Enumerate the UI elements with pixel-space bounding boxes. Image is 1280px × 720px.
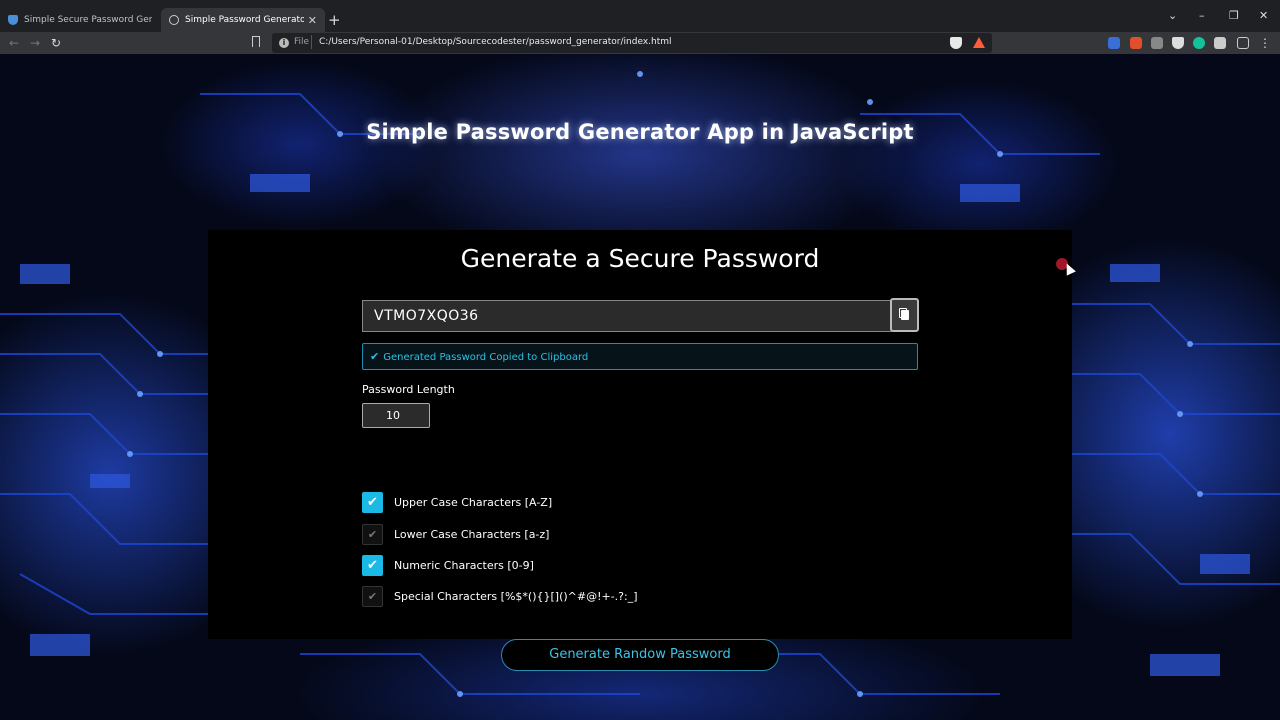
bookmark-icon[interactable] [252,36,260,47]
tab-title: Simple Secure Password Generator us [24,15,152,25]
brave-favicon-icon [8,15,18,25]
option-uppercase[interactable]: ✔ Upper Case Characters [A-Z] [362,492,552,513]
tab-inactive[interactable]: Simple Secure Password Generator us [0,8,160,32]
close-tab-icon[interactable]: ✕ [308,14,317,27]
reload-button[interactable]: ↻ [51,35,61,51]
lowercase-checkbox[interactable]: ✔ [362,524,383,545]
brave-shields-icon[interactable] [950,37,962,49]
copied-alert: ✔ Generated Password Copied to Clipboard [362,343,918,370]
globe-favicon-icon [169,15,179,25]
minimize-button[interactable]: – [1199,8,1205,24]
option-lowercase[interactable]: ✔ Lower Case Characters [a-z] [362,524,549,545]
generator-card: Generate a Secure Password VTMO7XQO36 ✔ G… [208,230,1072,671]
numeric-checkbox[interactable]: ✔ [362,555,383,576]
option-label: Lower Case Characters [a-z] [394,528,550,541]
translate-icon[interactable] [1108,37,1120,49]
password-output-field[interactable]: VTMO7XQO36 [362,300,892,332]
page-heading: Simple Password Generator App in JavaScr… [366,120,914,144]
copy-button[interactable] [890,298,919,332]
alert-text: Generated Password Copied to Clipboard [383,352,589,363]
page-background: Simple Password Generator App in JavaScr… [0,54,1280,720]
option-label: Numeric Characters [0-9] [394,559,534,572]
option-label: Special Characters [%$*(){}[]()^#@!+-.?:… [394,590,638,603]
scheme-label: File [294,37,310,47]
info-icon[interactable]: i [279,38,289,48]
tab-active[interactable]: Simple Password Generator App ✕ [161,8,325,32]
shield-extension-icon[interactable] [1172,37,1184,49]
forward-button[interactable]: → [30,35,40,51]
special-checkbox[interactable]: ✔ [362,586,383,607]
clipboard-icon-front [901,310,909,320]
browser-titlebar: Simple Secure Password Generator us Simp… [0,0,1280,32]
grammarly-icon[interactable] [1193,37,1205,49]
option-special[interactable]: ✔ Special Characters [%$*(){}[]()^#@!+-.… [362,586,638,607]
menu-icon[interactable]: ⋮ [1259,35,1271,51]
tab-title: Simple Password Generator App [185,15,304,25]
close-window-button[interactable]: ✕ [1259,8,1268,24]
card-title: Generate a Secure Password [460,244,820,273]
new-tab-button[interactable]: + [328,10,341,30]
option-numeric[interactable]: ✔ Numeric Characters [0-9] [362,555,534,576]
puzzle-extensions-icon[interactable] [1214,37,1226,49]
check-icon: ✔ [370,350,380,363]
wallet-icon[interactable] [1237,37,1249,49]
restore-button[interactable]: ❐ [1229,8,1239,24]
tab-search-chevron-icon[interactable]: ⌄ [1168,8,1177,24]
brave-rewards-icon[interactable] [973,37,985,48]
uppercase-checkbox[interactable]: ✔ [362,492,383,513]
option-label: Upper Case Characters [A-Z] [394,496,553,509]
url-text[interactable]: C:/Users/Personal-01/Desktop/Sourcecodes… [319,37,672,47]
camera-extension-icon[interactable] [1151,37,1163,49]
back-button[interactable]: ← [9,35,19,51]
extension-icon[interactable] [1130,37,1142,49]
address-divider [311,35,312,49]
password-length-label: Password Length [362,383,455,396]
generate-password-button[interactable]: Generate Randow Password [501,639,779,671]
password-length-input[interactable]: 10 [362,403,430,428]
